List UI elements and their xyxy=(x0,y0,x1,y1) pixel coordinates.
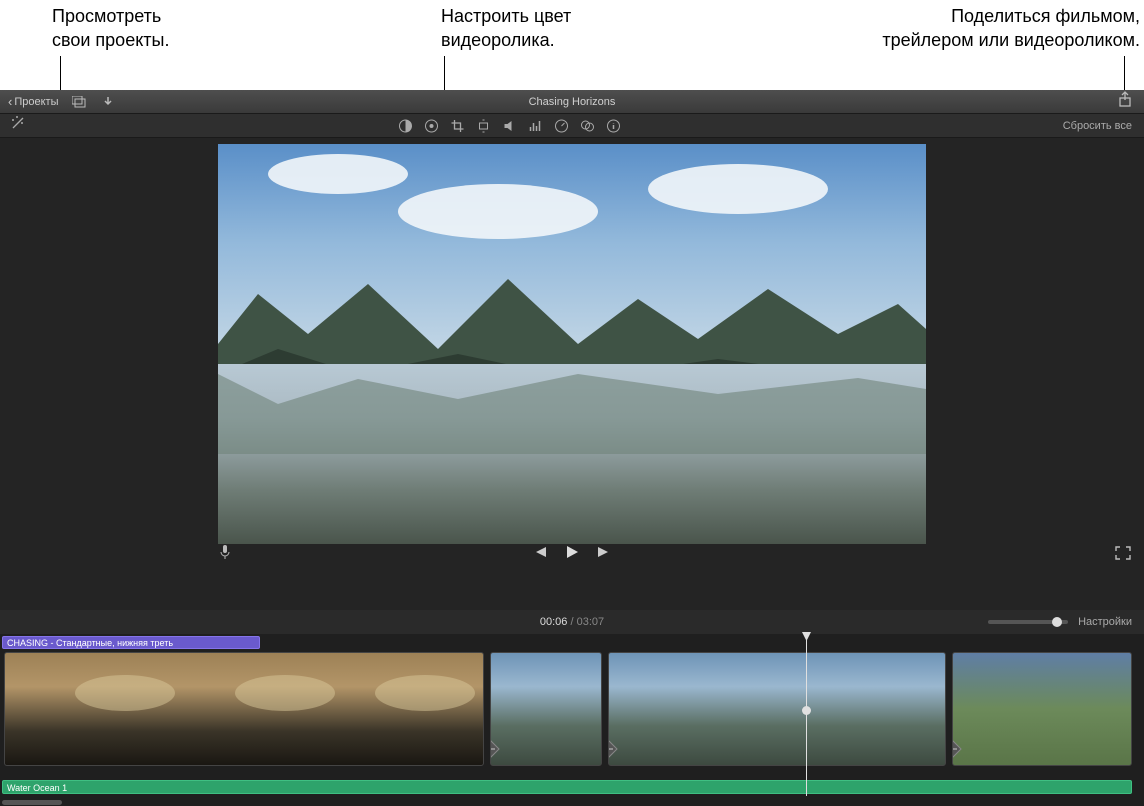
clip-3[interactable] xyxy=(608,652,946,766)
titlebar: ‹ Проекты Chasing Horizons xyxy=(0,90,1144,114)
time-display: 00:06 / 03:07 xyxy=(540,616,604,628)
import-icon[interactable] xyxy=(102,96,114,108)
callout-line xyxy=(60,56,61,94)
callout-color: Настроить цвет видеоролика. xyxy=(441,4,571,52)
color-wheel-icon[interactable] xyxy=(425,119,439,133)
crop-icon[interactable] xyxy=(451,119,465,133)
playhead[interactable] xyxy=(806,634,807,796)
voiceover-icon[interactable] xyxy=(218,544,232,565)
volume-icon[interactable] xyxy=(503,119,517,133)
timeline[interactable]: CHASING - Стандартные, нижняя треть xyxy=(0,634,1144,806)
play-button[interactable] xyxy=(564,544,580,565)
back-label: Проекты xyxy=(14,96,58,108)
clip-1[interactable] xyxy=(4,652,484,766)
playhead-ball[interactable] xyxy=(802,706,811,715)
transition-icon[interactable] xyxy=(608,739,619,759)
info-icon[interactable] xyxy=(607,119,621,133)
callouts-area: Просмотреть свои проекты. Настроить цвет… xyxy=(0,0,1144,90)
library-toggle-icon[interactable] xyxy=(72,96,88,108)
clip-2[interactable] xyxy=(490,652,602,766)
horizontal-scrollbar[interactable] xyxy=(2,800,62,805)
prev-frame-button[interactable] xyxy=(532,545,548,564)
title-clip[interactable]: CHASING - Стандартные, нижняя треть xyxy=(2,636,260,649)
zoom-slider[interactable] xyxy=(988,620,1068,624)
preview-frame[interactable] xyxy=(218,144,926,544)
magic-wand-icon[interactable] xyxy=(10,115,26,136)
stabilize-icon[interactable] xyxy=(477,119,491,133)
clips-row xyxy=(0,652,1144,778)
playhead-handle[interactable] xyxy=(802,632,811,641)
timeline-settings-button[interactable]: Настройки xyxy=(1078,616,1132,628)
zoom-handle[interactable] xyxy=(1052,617,1062,627)
adjust-toolbar: Сбросить все xyxy=(0,114,1144,138)
total-time: 03:07 xyxy=(577,616,605,628)
audio-clip[interactable]: Water Ocean 1 xyxy=(2,780,1132,794)
callout-line xyxy=(1124,56,1125,94)
viewer xyxy=(0,138,1144,610)
fullscreen-icon[interactable] xyxy=(1115,546,1131,565)
time-bar: 00:06 / 03:07 Настройки xyxy=(0,610,1144,634)
speed-icon[interactable] xyxy=(555,119,569,133)
next-frame-button[interactable] xyxy=(596,545,612,564)
chevron-left-icon: ‹ xyxy=(8,94,12,109)
back-projects-button[interactable]: ‹ Проекты xyxy=(8,94,58,109)
equalizer-icon[interactable] xyxy=(529,119,543,133)
callout-share: Поделиться фильмом, трейлером или видеор… xyxy=(680,4,1140,52)
transition-icon[interactable] xyxy=(490,739,501,759)
app-window: ‹ Проекты Chasing Horizons xyxy=(0,90,1144,806)
share-icon[interactable] xyxy=(1118,91,1132,112)
color-balance-icon[interactable] xyxy=(399,119,413,133)
clip-4[interactable] xyxy=(952,652,1132,766)
callout-projects: Просмотреть свои проекты. xyxy=(52,4,169,52)
project-title: Chasing Horizons xyxy=(529,96,616,108)
transition-icon[interactable] xyxy=(952,739,963,759)
reset-all-button[interactable]: Сбросить все xyxy=(1063,120,1132,132)
filter-icon[interactable] xyxy=(581,119,595,133)
preview-water xyxy=(218,364,926,544)
current-time: 00:06 xyxy=(540,616,568,628)
